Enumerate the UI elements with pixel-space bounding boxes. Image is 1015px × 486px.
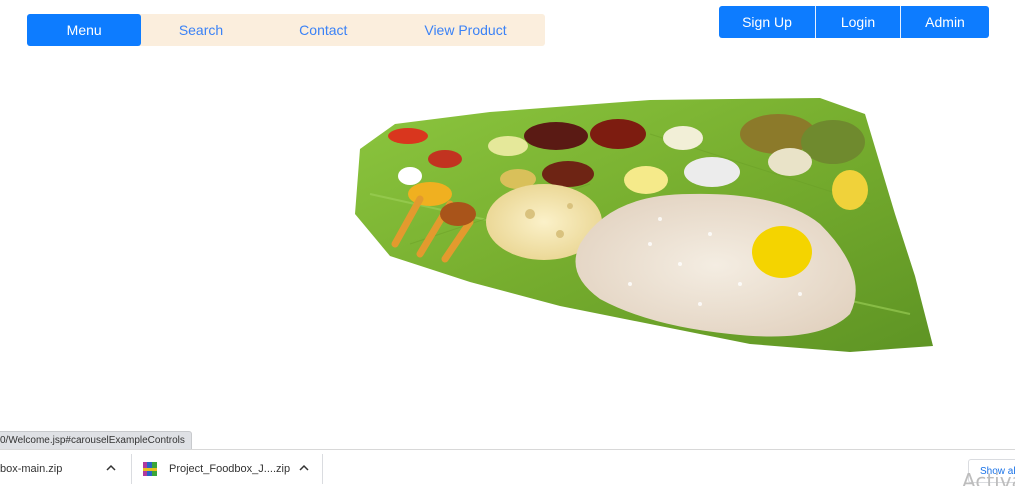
login-button[interactable]: Login	[816, 6, 901, 38]
activate-windows-watermark: Activa	[962, 469, 1015, 486]
nav-view-product[interactable]: View Product	[386, 14, 545, 46]
auth-buttons: Sign Up Login Admin	[719, 6, 989, 38]
download-item[interactable]: Project_Foodbox_J....zip	[143, 450, 323, 486]
nav-menu[interactable]: Menu	[27, 14, 142, 46]
chevron-up-icon[interactable]	[299, 462, 309, 476]
admin-button[interactable]: Admin	[901, 6, 989, 38]
chevron-up-icon[interactable]	[106, 462, 116, 476]
page: Menu Search Contact View Product Sign Up…	[0, 0, 1015, 486]
parippu	[752, 226, 812, 278]
download-filename: Project_Foodbox_J....zip	[169, 462, 291, 475]
status-url: 0/Welcome.jsp#carouselExampleControls	[0, 431, 192, 451]
nav-search[interactable]: Search	[141, 14, 260, 46]
carousel-image	[355, 98, 933, 352]
nav-contact[interactable]: Contact	[261, 14, 386, 46]
zip-archive-icon	[143, 461, 157, 476]
signup-button[interactable]: Sign Up	[719, 6, 816, 38]
divider	[131, 454, 132, 484]
main-nav: Menu Search Contact View Product	[27, 14, 545, 46]
download-shelf: box-main.zip Project_Foodbox_J....zip Sh…	[0, 449, 1015, 486]
divider	[322, 454, 323, 484]
download-filename: box-main.zip	[0, 462, 63, 475]
